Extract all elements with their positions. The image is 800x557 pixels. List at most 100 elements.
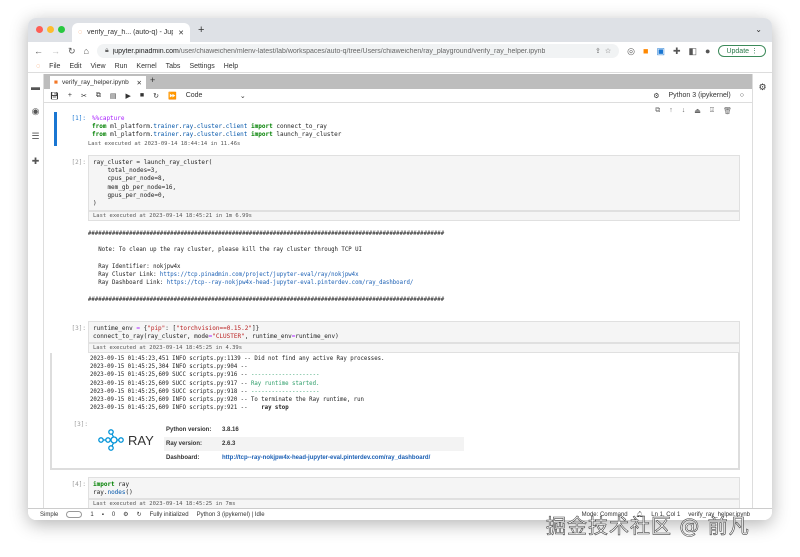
folder-icon[interactable]: ▬ — [31, 82, 40, 92]
ray-logo-text: RAY — [128, 432, 154, 448]
extensions-puzzle-icon[interactable]: ✚ — [673, 46, 681, 57]
cell-type-select[interactable]: Code ⌄ — [186, 92, 246, 100]
extension-icon[interactable]: ◎ — [627, 46, 635, 57]
bookmark-star-icon[interactable]: ☆ — [605, 47, 611, 55]
menu-tabs[interactable]: Tabs — [166, 63, 181, 70]
restart-icon[interactable]: ↻ — [153, 92, 159, 100]
cell-prompt: [4]: — [71, 481, 86, 488]
cell-execution-time: Last executed at 2023-09-14 18:45:25 in … — [88, 343, 740, 353]
kernel-state[interactable]: Python 3 (ipykernel) | Idle — [197, 512, 265, 518]
profile-avatar[interactable]: ● — [705, 46, 710, 56]
lock-icon: 🔒︎ — [104, 47, 109, 54]
paste-icon[interactable]: ▤ — [110, 92, 117, 100]
code-cell-input[interactable]: ray_cluster = launch_ray_cluster( total_… — [88, 155, 740, 211]
forward-icon[interactable]: → — [51, 46, 60, 56]
terminal-icon: ▪ — [101, 511, 104, 518]
menu-file[interactable]: File — [49, 63, 60, 70]
info-row: Dashboard: http://tcp--ray-nokjpw4x-head-… — [164, 451, 464, 465]
cell-output-area: 2023-09-15 01:45:23,451 INFO scripts.py:… — [50, 353, 740, 470]
menu-help[interactable]: Help — [224, 63, 238, 70]
side-panel-icon[interactable]: ◧ — [689, 46, 698, 57]
reload-icon[interactable]: ↻ — [68, 46, 76, 57]
simple-mode-label: Simple — [40, 511, 59, 518]
info-row: Ray version: 2.6.3 — [164, 437, 464, 451]
kernel-settings-icon[interactable]: ⚙ — [653, 92, 659, 100]
home-icon[interactable]: ⌂ — [84, 46, 89, 56]
run-all-icon[interactable]: ⏩ — [168, 92, 177, 100]
watermark: 掘金技术社区 @ 前凡 — [546, 514, 750, 539]
close-notebook-icon[interactable]: ✕ — [137, 79, 142, 87]
copy-icon[interactable]: ⧉ — [96, 92, 101, 100]
update-label: Update — [726, 48, 750, 55]
code-line: ray_cluster = launch_ray_cluster( — [93, 159, 213, 166]
tab-list-chevron-icon[interactable]: ⌄ — [755, 25, 762, 34]
kernel-count[interactable]: 0 — [112, 512, 115, 518]
dashboard-link[interactable]: http://tcp--ray-nokjpw4x-head-jupyter-ev… — [222, 455, 430, 461]
kernel-icon: ⚙ — [123, 512, 129, 518]
run-icon[interactable]: ▶ — [125, 92, 130, 100]
ray-dashboard-link[interactable]: https://tcp--ray-nokjpw4x-head-jupyter-e… — [167, 280, 414, 286]
terminal-count[interactable]: 1 — [90, 512, 93, 518]
init-status: Fully initialized — [149, 511, 189, 518]
simple-mode-toggle[interactable] — [66, 511, 83, 518]
cluster-link-label: Ray Cluster Link: — [98, 272, 160, 279]
code-cell-input[interactable]: runtime_env = {"pip": ["torchvision==0.1… — [88, 321, 740, 343]
cut-icon[interactable]: ✂ — [81, 92, 87, 100]
stop-icon[interactable]: ■ — [140, 92, 144, 99]
extension-orange-icon[interactable]: ■ — [643, 46, 648, 56]
maximize-window-button[interactable] — [58, 26, 65, 33]
share-icon[interactable]: ⇪ — [595, 47, 601, 55]
info-value: 2.6.3 — [222, 441, 236, 447]
menu-edit[interactable]: Edit — [69, 63, 81, 70]
extension-manager-icon[interactable]: ✚ — [32, 156, 40, 167]
menu-run[interactable]: Run — [115, 63, 128, 70]
info-key: Python version: — [166, 427, 212, 433]
dashboard-link-label: Ray Dashboard Link: — [98, 280, 167, 287]
update-button[interactable]: Update ⋮ — [718, 45, 766, 57]
browser-tab[interactable]: ◌ verify_ray_h... (auto-q) - Jupyt ✕ — [72, 23, 190, 42]
insert-cell-icon[interactable]: + — [68, 92, 72, 99]
info-row: Python version: 3.8.16 — [164, 423, 464, 437]
close-window-button[interactable] — [36, 26, 43, 33]
log-line: 2023-09-15 01:45:25,304 INFO scripts.py:… — [90, 364, 248, 371]
code-cell-input[interactable]: import ray ray.nodes() — [88, 477, 740, 499]
ray-logo-icon — [98, 429, 124, 451]
code-line: total_nodes=3, — [93, 167, 159, 175]
menu-kernel[interactable]: Kernel — [136, 63, 156, 70]
url-path: /user/chiaweichen/mlenv-latest/lab/works… — [178, 47, 546, 55]
url-input[interactable]: 🔒︎ jupyter.pinadmin.com/user/chiaweichen/… — [96, 44, 620, 58]
new-launcher-button[interactable]: + — [150, 75, 155, 85]
menu-settings[interactable]: Settings — [189, 63, 214, 70]
cell-prompt: [1]: — [71, 115, 86, 122]
log-line: -------------------- — [250, 388, 320, 395]
log-line: 2023-09-15 01:45:25,609 INFO scripts.py:… — [90, 397, 364, 404]
code-line: gpus_per_node=0, — [93, 191, 166, 199]
code-line: %%capture — [92, 115, 125, 122]
save-icon[interactable]: 💾︎ — [50, 92, 59, 100]
info-key: Ray version: — [166, 441, 203, 447]
property-inspector-icon[interactable]: ⚙ — [758, 82, 766, 92]
notebook-toolbar: 💾︎ + ✂ ⧉ ▤ ▶ ■ ↻ ⏩ Code ⌄ ⚙ Python 3 (ipykernel) ○ — [44, 89, 752, 103]
back-icon[interactable]: ← — [34, 46, 43, 56]
close-tab-icon[interactable]: ✕ — [178, 29, 184, 37]
output-note: Note: To clean up the ray cluster, pleas… — [98, 247, 362, 254]
running-icon[interactable]: ◉ — [32, 106, 40, 117]
output-divider: ########################################… — [88, 231, 445, 237]
code-cell-input[interactable]: %%capture from ml_platform.trainer.ray.c… — [88, 112, 740, 138]
notebook-cells: ⧉ ↑ ↓ ⏏ ⍗ 🗑︎ [1]: %%capture from ml_platform.… — [44, 103, 752, 508]
cell-execution-time: Last executed at 2023-09-14 18:45:21 in … — [88, 211, 740, 221]
notebook-tab[interactable]: ■ verify_ray_helper.ipynb ✕ — [50, 76, 146, 89]
kernel-name[interactable]: Python 3 (ipykernel) — [669, 92, 731, 99]
menu-view[interactable]: View — [91, 63, 106, 70]
new-tab-button[interactable]: + — [198, 24, 204, 36]
minimize-window-button[interactable] — [47, 26, 54, 33]
ray-identifier: Ray Identifier: nokjpw4x — [98, 263, 181, 270]
notebook-tab-label: verify_ray_helper.ipynb — [61, 79, 129, 86]
url-host: jupyter.pinadmin.com — [112, 47, 179, 55]
kernel-status-icon: ○ — [739, 92, 744, 99]
extension-off-icon[interactable]: ▣ — [656, 46, 665, 57]
ray-cluster-link[interactable]: https://tcp.pinadmin.com/project/jupyter… — [160, 272, 359, 278]
log-line: 2023-09-15 01:45:25,609 SUCC scripts.py:… — [90, 388, 251, 395]
output-divider: ########################################… — [88, 296, 445, 303]
toc-icon[interactable]: ☰ — [31, 131, 39, 142]
